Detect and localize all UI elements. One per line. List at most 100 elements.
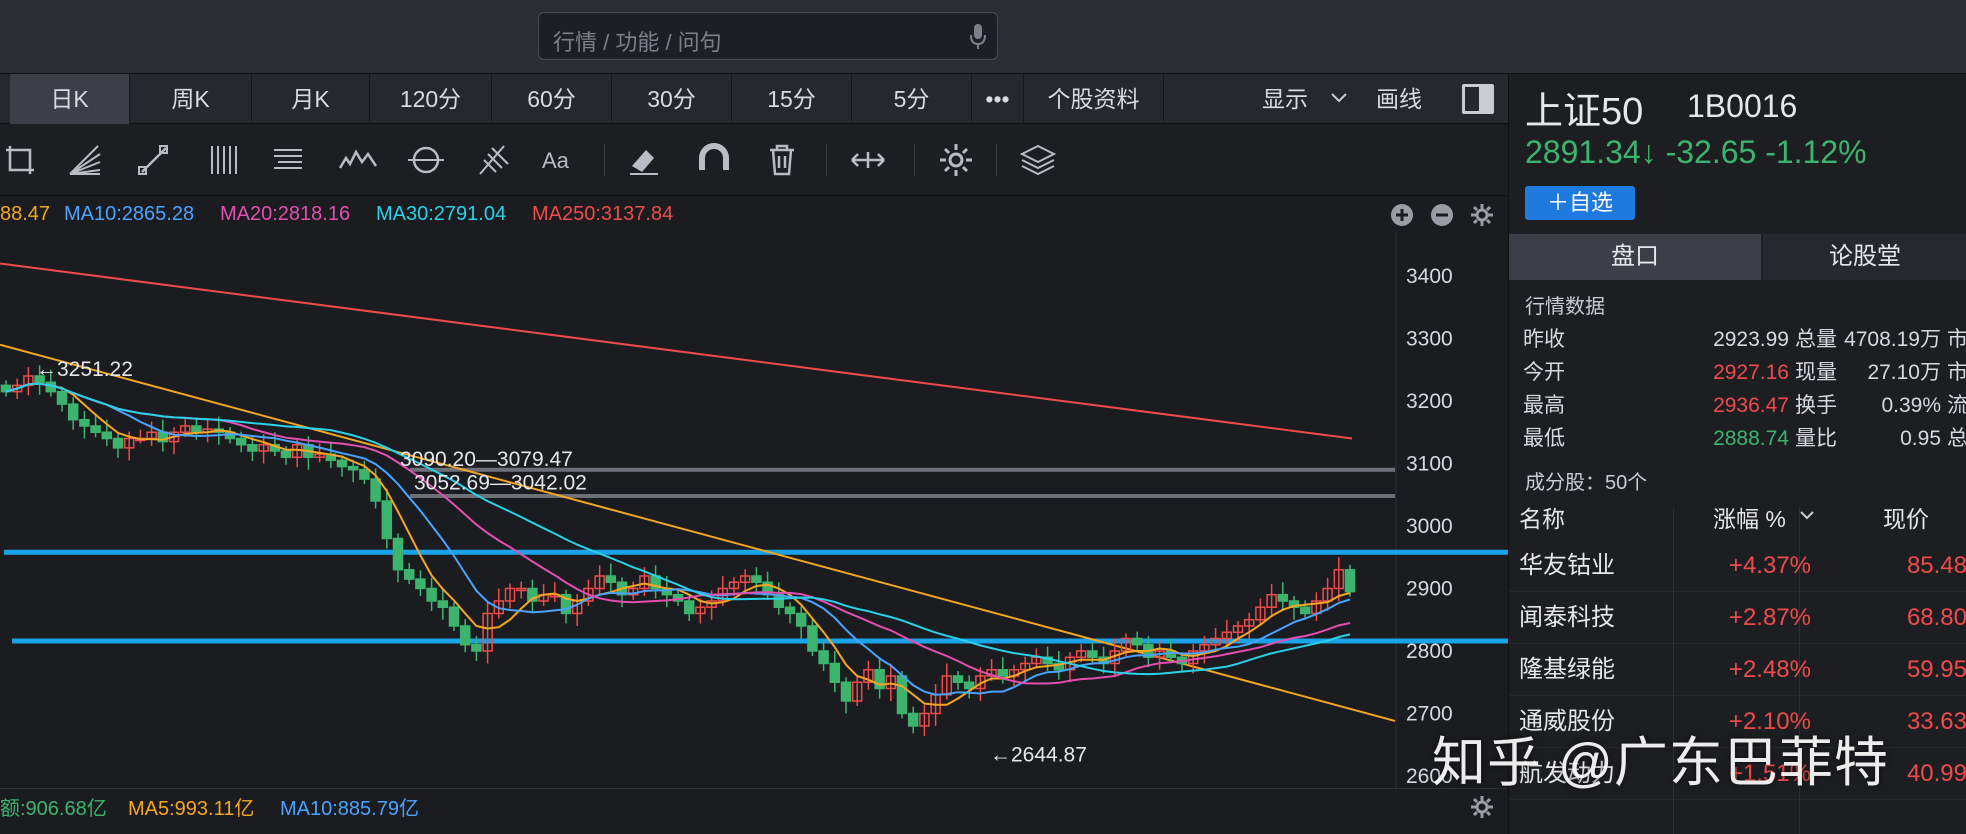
channel-icon[interactable] bbox=[268, 140, 308, 180]
trendline bbox=[0, 343, 1396, 722]
tab-5min[interactable]: 5分 bbox=[852, 74, 972, 124]
zoom-out-icon[interactable] bbox=[1430, 203, 1454, 227]
tab-stock-profile[interactable]: 个股资料 bbox=[1024, 74, 1164, 124]
microphone-icon[interactable] bbox=[969, 23, 987, 51]
candle bbox=[247, 443, 258, 452]
candle bbox=[437, 600, 449, 608]
candle bbox=[784, 606, 796, 615]
candle bbox=[381, 500, 393, 540]
quote-label: 最高 bbox=[1523, 394, 1565, 417]
quote-label: 昨收 bbox=[1523, 328, 1565, 351]
tab-day[interactable]: 日K bbox=[10, 74, 130, 124]
eraser-icon[interactable] bbox=[624, 140, 664, 180]
cycle-icon[interactable] bbox=[406, 140, 446, 180]
quote-row: 最低 2888.74 量比 0.95 总 bbox=[1509, 423, 1966, 455]
column-name[interactable]: 名称 bbox=[1519, 500, 1565, 534]
crop-icon[interactable] bbox=[0, 140, 40, 180]
sort-chevron-icon[interactable] bbox=[1799, 510, 1815, 522]
stock-price: 40.99 bbox=[1906, 760, 1966, 787]
quote-label: 现量 bbox=[1795, 361, 1837, 384]
add-watchlist-button[interactable]: ＋自选 bbox=[1525, 186, 1635, 220]
parallel-lines-icon[interactable] bbox=[204, 140, 244, 180]
arrows-icon[interactable] bbox=[848, 140, 888, 180]
zoom-in-icon[interactable] bbox=[1390, 203, 1414, 227]
tab-week[interactable]: 周K bbox=[130, 74, 252, 124]
candle bbox=[997, 668, 1009, 677]
candle bbox=[896, 675, 908, 715]
settings-icon[interactable] bbox=[936, 140, 976, 180]
kline-chart-canvas[interactable]: 340033003200310030002900280027002600←325… bbox=[0, 232, 1508, 788]
candle bbox=[1277, 593, 1289, 602]
stock-row[interactable]: 闻泰科技 +2.87% 68.80 bbox=[1509, 592, 1966, 644]
stock-name[interactable]: 华友钴业 bbox=[1519, 540, 1615, 592]
panel-toggle-icon[interactable] bbox=[1462, 84, 1494, 114]
draw-line-button[interactable]: 画线 bbox=[1376, 74, 1422, 124]
y-tick-label: 3300 bbox=[1406, 327, 1453, 350]
tab-15min[interactable]: 15分 bbox=[732, 74, 852, 124]
candle bbox=[415, 578, 426, 590]
column-change[interactable]: 涨幅 % bbox=[1713, 500, 1786, 534]
chart-settings-icon[interactable] bbox=[1470, 203, 1494, 227]
quote-row: 昨收 2923.99 总量 4708.19万市 bbox=[1509, 324, 1966, 356]
chevron-down-icon[interactable] bbox=[1330, 92, 1348, 104]
candle bbox=[907, 712, 919, 727]
candle bbox=[392, 537, 404, 571]
fan-icon[interactable] bbox=[64, 140, 104, 180]
layers-icon[interactable] bbox=[1018, 140, 1058, 180]
quote-value: 2927.16 bbox=[1713, 361, 1789, 384]
candle bbox=[191, 425, 202, 433]
y-tick-label: 3100 bbox=[1406, 452, 1453, 475]
tab-forum[interactable]: 论股堂 bbox=[1763, 234, 1966, 280]
candle bbox=[370, 478, 381, 502]
price-change-pct: -1.12% bbox=[1765, 134, 1867, 170]
volume-legend: 额:906.68亿 MA5:993.11亿 MA10:885.79亿 bbox=[0, 788, 1508, 834]
fib-icon[interactable] bbox=[474, 140, 514, 180]
column-price[interactable]: 现价 bbox=[1883, 500, 1929, 534]
quote-value: 2936.47 bbox=[1713, 394, 1789, 417]
trash-icon[interactable] bbox=[762, 140, 802, 180]
quote-value: 0.95 bbox=[1900, 427, 1941, 450]
watermark: 知乎 @广东巴菲特 bbox=[1432, 733, 1889, 793]
drawing-toolbar: Aa bbox=[0, 124, 1508, 196]
tab-120min[interactable]: 120分 bbox=[370, 74, 492, 124]
volume-ma5-label: MA5:993.11亿 bbox=[128, 798, 255, 820]
tab-month[interactable]: 月K bbox=[252, 74, 370, 124]
candle bbox=[829, 662, 841, 683]
quote-label: 市 bbox=[1947, 328, 1966, 351]
stock-name[interactable]: 闻泰科技 bbox=[1519, 592, 1615, 644]
wave-icon[interactable] bbox=[338, 140, 378, 180]
quote-section-title: 行情数据 bbox=[1525, 296, 1605, 318]
volume-ma10-label: MA10:885.79亿 bbox=[280, 798, 419, 820]
index-code: 1B0016 bbox=[1687, 88, 1798, 124]
quote-label: 流 bbox=[1947, 394, 1966, 417]
search-box[interactable]: 行情 / 功能 / 问句 bbox=[538, 12, 998, 60]
candle bbox=[751, 575, 762, 583]
candle bbox=[403, 568, 415, 580]
quote-value: 2888.74 bbox=[1713, 427, 1789, 450]
candle bbox=[795, 612, 807, 627]
tab-30min[interactable]: 30分 bbox=[612, 74, 732, 124]
display-menu-button[interactable]: 显示 bbox=[1262, 74, 1308, 124]
kline-chart[interactable]: 3400 3300 3200 3100 3000 2900 2800 2700 2600 ←325… bbox=[0, 232, 1508, 788]
candle bbox=[336, 459, 348, 468]
price-annotation: ←2644.87 bbox=[990, 743, 1087, 766]
ma30-label: MA30:2791.04 bbox=[376, 203, 507, 225]
volume-settings-icon[interactable] bbox=[1470, 795, 1494, 819]
more-menu-button[interactable]: ••• bbox=[972, 74, 1024, 124]
magnet-icon[interactable] bbox=[694, 140, 734, 180]
candle bbox=[112, 437, 124, 449]
stock-row[interactable]: 隆基绿能 +2.48% 59.95 bbox=[1509, 644, 1966, 696]
tab-order-book[interactable]: 盘口 bbox=[1509, 234, 1761, 280]
y-tick-label: 3200 bbox=[1406, 390, 1453, 413]
search-input[interactable]: 行情 / 功能 / 问句 bbox=[553, 25, 722, 57]
stock-name[interactable]: 隆基绿能 bbox=[1519, 644, 1615, 696]
text-icon[interactable]: Aa bbox=[540, 140, 580, 180]
ma5-label: 88.47 bbox=[0, 203, 51, 225]
quote-label: 总 bbox=[1947, 427, 1966, 450]
candle bbox=[101, 431, 113, 440]
candle bbox=[347, 465, 359, 471]
tab-60min[interactable]: 60分 bbox=[492, 74, 612, 124]
ray-icon[interactable] bbox=[134, 140, 174, 180]
candle bbox=[683, 600, 695, 615]
stock-row[interactable]: 华友钴业 +4.37% 85.48 bbox=[1509, 540, 1966, 592]
